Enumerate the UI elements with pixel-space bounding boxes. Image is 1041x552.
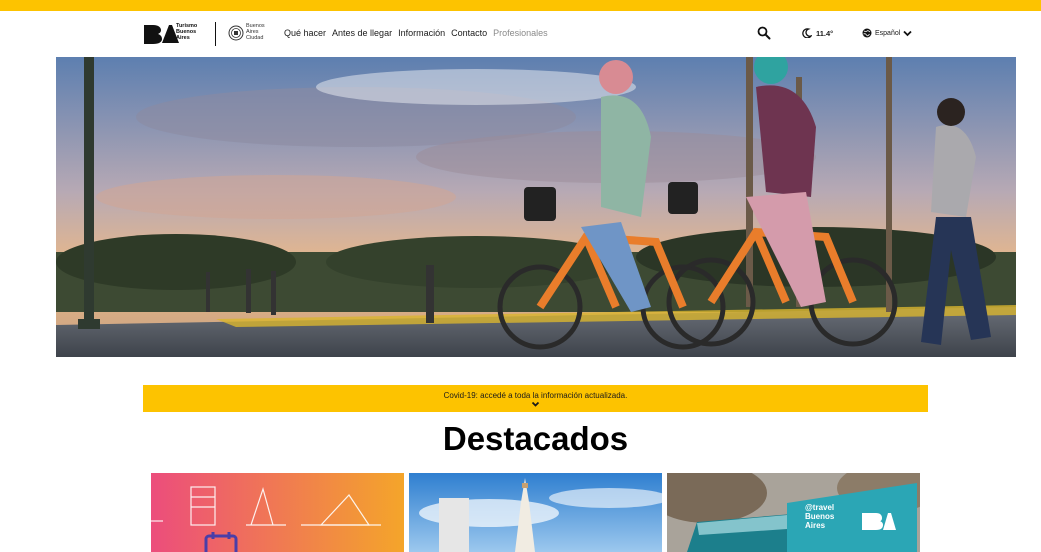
nav-antes-de-llegar[interactable]: Antes de llegar (332, 28, 392, 38)
card-image-monument (409, 473, 662, 552)
featured-card-monument[interactable] (409, 473, 662, 552)
ba-logo[interactable] (143, 24, 179, 44)
brand-line-3: Aires (176, 35, 190, 41)
featured-card-events[interactable] (151, 473, 404, 552)
moon-icon (802, 28, 812, 38)
covid-banner[interactable]: Covid-19: accedé a toda la información a… (143, 385, 928, 412)
covid-banner-text: Covid-19: accedé a toda la información a… (443, 391, 628, 400)
nav-que-hacer[interactable]: Qué hacer (284, 28, 326, 38)
truck-caption: @travel Buenos Aires (805, 503, 834, 530)
truck-caption-line-1: @travel (805, 503, 835, 512)
city-seal-icon (228, 25, 244, 41)
truck-caption-line-2: Buenos (805, 512, 835, 521)
language-label: Español (875, 29, 901, 37)
hero-photo-cyclists (56, 57, 1016, 357)
temperature-value: 11.4° (816, 28, 834, 38)
globe-icon (862, 28, 872, 38)
chevron-down-icon (531, 401, 540, 407)
language-selector[interactable]: Español (862, 28, 912, 38)
nav-informacion[interactable]: Información (398, 28, 445, 38)
navbar: Turismo Buenos Aires Buenos Aires Ciudad… (0, 11, 1041, 57)
nav-contacto[interactable]: Contacto (451, 28, 487, 38)
card-image-truck (667, 473, 920, 552)
main-nav: Qué hacer Antes de llegar Información Co… (284, 28, 548, 38)
search-icon[interactable] (757, 26, 771, 40)
chevron-down-icon (903, 30, 912, 36)
top-accent-strip (0, 0, 1041, 11)
logo-divider (215, 22, 216, 46)
featured-section-title: Destacados (442, 420, 629, 457)
truck-caption-line-3: Aires (805, 521, 826, 530)
nav-profesionales[interactable]: Profesionales (493, 28, 548, 38)
card-image-events (151, 473, 404, 552)
brand-text: Turismo Buenos Aires (176, 23, 197, 41)
city-line-3: Ciudad (246, 35, 264, 41)
city-logo-text: Buenos Aires Ciudad (246, 23, 265, 41)
hero-image (56, 57, 1016, 357)
weather-widget: 11.4° (802, 28, 833, 38)
featured-card-travel-truck[interactable]: @travel Buenos Aires (667, 473, 920, 552)
